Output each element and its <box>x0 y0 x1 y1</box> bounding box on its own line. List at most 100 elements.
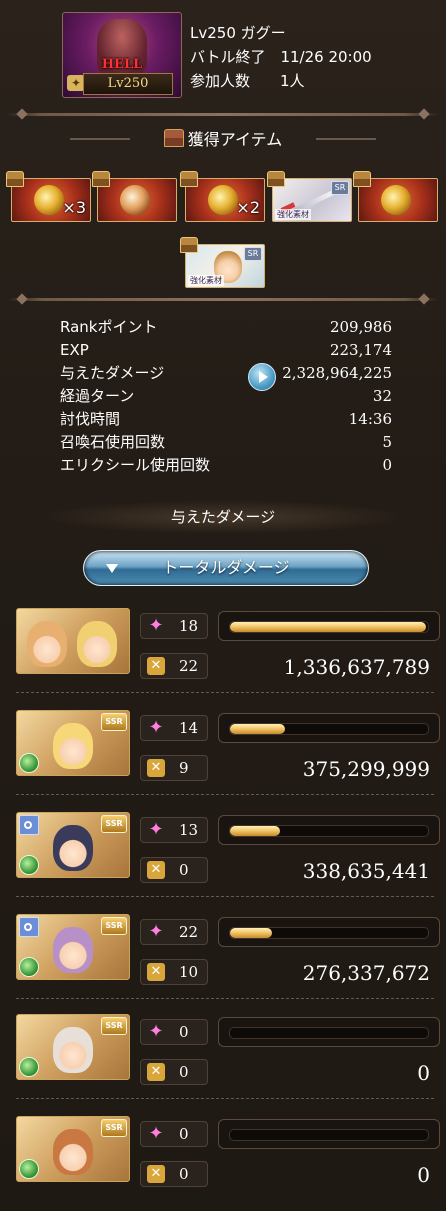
row-divider <box>16 692 434 693</box>
stat-label: 召喚石使用回数 <box>60 433 166 451</box>
ougi-icon: ✕ <box>147 963 165 981</box>
stat-label: EXP <box>60 341 89 359</box>
divider <box>8 298 438 301</box>
ougi-icon: ✕ <box>147 759 165 777</box>
damage-bar-fill <box>230 724 286 734</box>
stat-summon-uses: 召喚石使用回数 5 <box>60 431 392 454</box>
stat-turns: 経過ターン 32 <box>60 385 392 408</box>
character-face <box>77 621 117 667</box>
character-portrait[interactable]: SSR <box>16 812 130 878</box>
loot-section-title: 獲得アイテム <box>70 126 376 154</box>
member-damage: 1,336,637,789 <box>283 655 430 679</box>
difficulty-label: HELL <box>101 57 143 72</box>
item-count: ×3 <box>62 198 86 217</box>
rarity-badge: SSR <box>101 1017 127 1035</box>
damage-bar <box>218 611 440 641</box>
loot-item-gold-medal[interactable]: ×3 <box>6 171 91 222</box>
total-damage-toggle[interactable]: トータルダメージ <box>83 550 369 586</box>
character-portrait[interactable]: SSR <box>16 914 130 980</box>
battle-stats: Rankポイント 209,986 EXP 223,174 与えたダメージ 2,3… <box>60 316 392 477</box>
rarity-badge: SR <box>244 247 262 261</box>
damage-bar-track <box>229 723 429 735</box>
sparkle-icon: ✦ <box>148 1123 164 1144</box>
stat-label: Rankポイント <box>60 318 158 336</box>
member-damage: 276,337,672 <box>302 961 430 985</box>
ougi-icon: ✕ <box>147 861 165 879</box>
hit-count: ✦ 0 <box>140 1121 208 1147</box>
ougi-count-value: 0 <box>179 1165 189 1183</box>
stat-value: 0 <box>382 456 392 474</box>
ougi-count-value: 9 <box>179 759 189 777</box>
chest-icon <box>6 171 24 187</box>
ougi-count-value: 22 <box>179 657 199 675</box>
boss-level-badge: Lv250 <box>83 73 173 95</box>
ring-icon <box>19 815 39 835</box>
hit-count: ✦ 0 <box>140 1019 208 1045</box>
ougi-count: ✕ 22 <box>140 653 208 679</box>
stat-value: 32 <box>372 387 392 405</box>
loot-item-weapon[interactable]: SR 強化素材 <box>267 171 352 222</box>
participant-count: 参加人数 1人 <box>190 72 305 90</box>
battle-end-time: バトル終了 11/26 20:00 <box>190 48 372 66</box>
wind-element-icon <box>19 1057 39 1077</box>
loot-item-gold-medal-2[interactable] <box>353 171 438 222</box>
stat-label: エリクシール使用回数 <box>60 456 211 474</box>
stat-damage: 与えたダメージ 2,328,964,225 <box>60 362 392 391</box>
ougi-count: ✕ 0 <box>140 857 208 883</box>
loot-item-character[interactable]: SR 強化素材 <box>180 237 265 288</box>
stat-value: 209,986 <box>329 318 392 336</box>
divider <box>8 113 438 116</box>
stat-value: 2,328,964,225 <box>282 364 392 382</box>
triangle-down-icon <box>106 564 118 573</box>
hit-count-value: 0 <box>179 1125 189 1143</box>
toggle-label: トータルダメージ <box>162 558 290 577</box>
loot-item-gold-emblem[interactable]: ×2 <box>180 171 265 222</box>
character-face <box>53 1129 93 1175</box>
material-tag: 強化素材 <box>275 209 311 220</box>
ring-icon <box>19 917 39 937</box>
ougi-icon: ✕ <box>147 657 165 675</box>
sparkle-icon: ✦ <box>148 819 164 840</box>
row-divider <box>16 896 434 897</box>
emblem-icon <box>208 185 238 215</box>
damage-bar-fill <box>230 928 272 938</box>
stat-label: 経過ターン <box>60 387 135 405</box>
character-face <box>53 1027 93 1073</box>
hit-count: ✦ 22 <box>140 919 208 945</box>
damage-bar-track <box>229 1027 429 1039</box>
stat-rank-points: Rankポイント 209,986 <box>60 316 392 339</box>
ornament-right <box>316 138 376 140</box>
chest-icon <box>353 171 371 187</box>
sparkle-icon: ✦ <box>148 615 164 636</box>
character-face <box>27 621 67 667</box>
stat-label: 与えたダメージ <box>60 364 165 382</box>
row-divider <box>16 794 434 795</box>
member-damage: 338,635,441 <box>302 859 430 883</box>
character-portrait[interactable]: SSR <box>16 710 130 776</box>
hit-count: ✦ 13 <box>140 817 208 843</box>
stat-time: 討伐時間 14:36 <box>60 408 392 431</box>
member-damage: 0 <box>417 1163 430 1187</box>
hit-count-value: 22 <box>179 923 199 941</box>
wind-element-icon <box>19 1159 39 1179</box>
chest-icon <box>267 171 285 187</box>
rarity-badge: SSR <box>101 917 127 935</box>
character-portrait[interactable]: SSR <box>16 1116 130 1182</box>
rarity-badge: SSR <box>101 1119 127 1137</box>
ougi-icon: ✕ <box>147 1063 165 1081</box>
character-portrait[interactable]: SSR <box>16 1014 130 1080</box>
loot-item-orb[interactable] <box>92 171 177 222</box>
member-damage: 0 <box>417 1061 430 1085</box>
damage-bar-track <box>229 825 429 837</box>
medal-icon <box>34 185 64 215</box>
medal-icon <box>381 185 411 215</box>
damage-bar <box>218 1119 440 1149</box>
character-portrait[interactable] <box>16 608 130 674</box>
damage-bar-track <box>229 927 429 939</box>
damage-bar-track <box>229 621 429 633</box>
sparkle-icon: ✦ <box>148 921 164 942</box>
material-tag: 強化素材 <box>188 275 224 286</box>
hit-count: ✦ 14 <box>140 715 208 741</box>
wind-element-icon <box>19 753 39 773</box>
stat-value: 223,174 <box>329 341 392 359</box>
